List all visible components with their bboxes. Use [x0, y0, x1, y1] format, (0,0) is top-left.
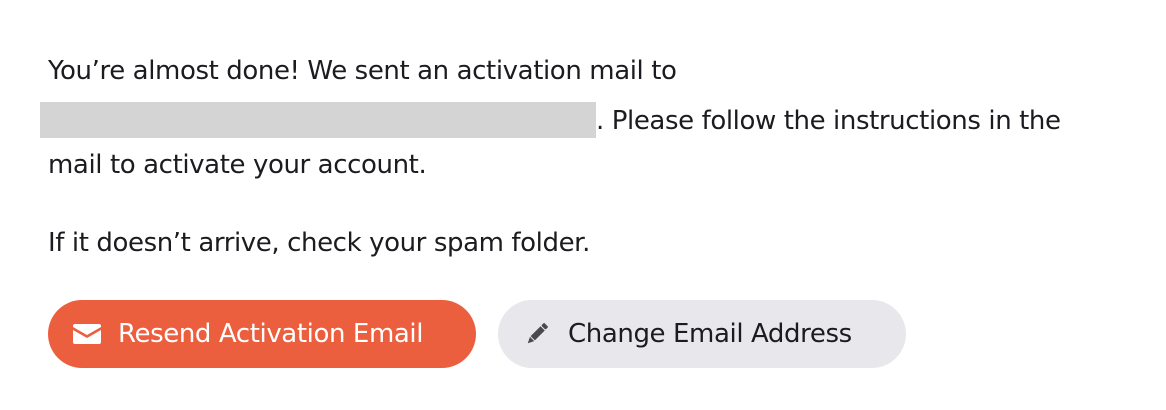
activation-message-line-2-text: . Please follow the instructions in the	[596, 106, 1061, 136]
activation-message-line-1: You’re almost done! We sent an activatio…	[48, 56, 677, 86]
resend-activation-email-button[interactable]: Resend Activation Email	[48, 300, 476, 368]
activation-message-line-2: . Please follow the instructions in the	[40, 102, 1061, 138]
action-buttons: Resend Activation Email Change Email Add…	[48, 300, 906, 368]
change-email-address-label: Change Email Address	[568, 319, 852, 349]
spam-folder-note: If it doesn’t arrive, check your spam fo…	[48, 228, 590, 258]
envelope-icon	[70, 317, 104, 351]
resend-activation-email-label: Resend Activation Email	[118, 319, 424, 349]
pencil-icon	[520, 317, 554, 351]
redacted-email	[40, 102, 596, 138]
activation-message-line-3: mail to activate your account.	[48, 150, 427, 180]
change-email-address-button[interactable]: Change Email Address	[498, 300, 906, 368]
